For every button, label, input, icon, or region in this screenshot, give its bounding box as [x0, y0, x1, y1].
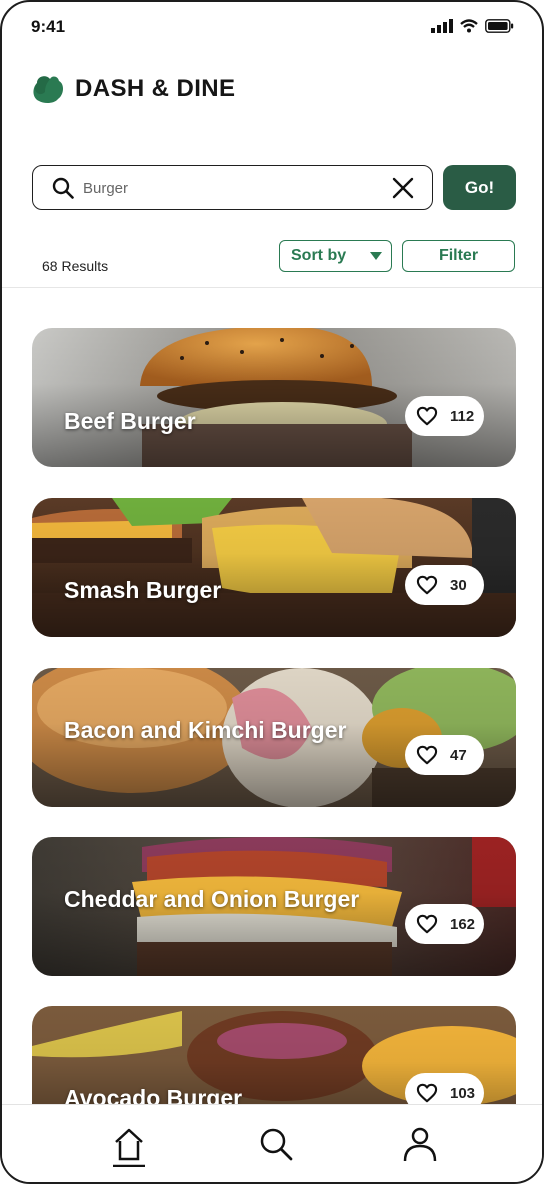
status-icons	[431, 19, 514, 33]
search-bar[interactable]	[32, 165, 433, 210]
status-bar: 9:41	[2, 2, 542, 52]
signal-icon	[431, 19, 453, 33]
brand-header: DASH & DINE	[31, 74, 235, 104]
nav-profile[interactable]	[403, 1127, 437, 1168]
recipe-card[interactable]: Beef Burger 112	[32, 328, 516, 467]
nav-home[interactable]	[113, 1127, 145, 1172]
recipe-card[interactable]: Cheddar and Onion Burger 162	[32, 837, 516, 976]
nav-search[interactable]	[259, 1127, 293, 1166]
like-button[interactable]: 30	[405, 565, 484, 605]
like-button[interactable]: 112	[405, 396, 484, 436]
bottom-nav	[2, 1104, 542, 1182]
like-count: 103	[450, 1084, 476, 1102]
card-title: Smash Burger	[64, 577, 222, 603]
filter-button[interactable]: Filter	[402, 240, 515, 272]
like-button[interactable]: 47	[405, 735, 484, 775]
wifi-icon	[460, 19, 478, 33]
card-title: Beef Burger	[64, 408, 196, 434]
card-title: Bacon and Kimchi Burger	[64, 717, 347, 743]
close-icon[interactable]	[391, 176, 415, 200]
caret-down-icon	[370, 252, 382, 260]
like-count: 47	[450, 746, 467, 764]
brand-title: DASH & DINE	[75, 75, 236, 102]
heart-icon	[416, 914, 438, 934]
go-button[interactable]: Go!	[443, 165, 516, 210]
search-icon	[260, 1128, 293, 1161]
recipe-card[interactable]: Bacon and Kimchi Burger 47	[32, 668, 516, 807]
heart-icon	[416, 745, 438, 765]
heart-icon	[416, 575, 438, 595]
heart-icon	[416, 406, 438, 426]
home-icon	[113, 1128, 145, 1168]
like-count: 30	[450, 576, 467, 594]
recipe-card[interactable]: Smash Burger 30	[32, 498, 516, 637]
heart-icon	[416, 1083, 438, 1103]
phone-frame: 9:41 DASH & DINE Burger Go! 68 Results S…	[0, 0, 544, 1184]
like-count: 112	[450, 407, 475, 425]
status-time: 9:41	[31, 17, 66, 36]
like-count: 162	[450, 915, 476, 933]
logo-icon	[33, 76, 64, 104]
like-button[interactable]: 162	[405, 904, 484, 944]
divider	[2, 287, 542, 288]
battery-icon	[485, 19, 514, 33]
sort-by-label: Sort by	[291, 247, 347, 264]
search-input[interactable]	[83, 174, 373, 202]
search-icon	[52, 177, 74, 199]
profile-icon	[403, 1127, 437, 1162]
sort-by-dropdown[interactable]: Sort by	[279, 240, 392, 272]
card-title: Cheddar and Onion Burger	[64, 886, 360, 912]
results-count: 68 Results	[42, 258, 109, 274]
